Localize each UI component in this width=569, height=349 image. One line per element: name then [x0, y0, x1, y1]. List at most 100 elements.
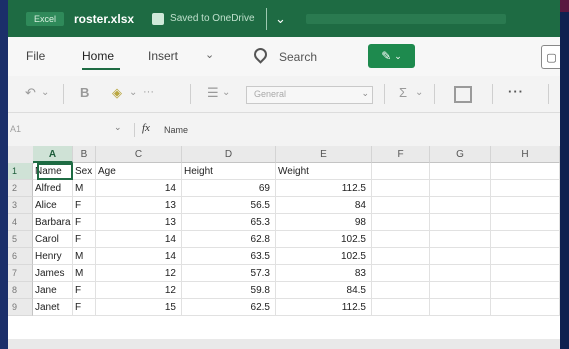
table-cell[interactable]: Janet — [33, 299, 73, 316]
table-cell[interactable]: 14 — [96, 248, 182, 265]
table-cell[interactable]: 56.5 — [182, 197, 276, 214]
more-font-options-icon[interactable]: ··· — [143, 86, 154, 98]
title-search-box[interactable] — [305, 13, 506, 24]
empty-cell[interactable] — [430, 197, 491, 214]
table-cell[interactable]: James — [33, 265, 73, 282]
row-header[interactable]: 2 — [8, 180, 33, 197]
table-cell[interactable]: Henry — [33, 248, 73, 265]
chevron-down-icon[interactable]: ⌄ — [275, 11, 286, 27]
column-header-f[interactable]: F — [372, 146, 430, 163]
table-cell[interactable]: F — [73, 231, 96, 248]
table-cell[interactable]: Jane — [33, 282, 73, 299]
more-tabs-chevron-icon[interactable]: ⌄ — [205, 48, 214, 61]
table-cell[interactable]: M — [73, 248, 96, 265]
number-format-select[interactable]: General ⌄ — [246, 86, 373, 104]
table-cell[interactable]: F — [73, 282, 96, 299]
empty-cell[interactable] — [372, 265, 430, 282]
table-cell[interactable]: 84.5 — [276, 282, 372, 299]
header-cell[interactable]: Sex — [73, 163, 96, 180]
table-cell[interactable]: 83 — [276, 265, 372, 282]
table-cell[interactable]: 98 — [276, 214, 372, 231]
empty-cell[interactable] — [491, 265, 560, 282]
tab-insert[interactable]: Insert — [148, 49, 178, 63]
table-cell[interactable]: 65.3 — [182, 214, 276, 231]
column-header-c[interactable]: C — [96, 146, 182, 163]
empty-cell[interactable] — [430, 248, 491, 265]
header-cell[interactable]: Weight — [276, 163, 372, 180]
column-header-g[interactable]: G — [430, 146, 491, 163]
table-cell[interactable]: 12 — [96, 265, 182, 282]
table-cell[interactable]: 13 — [96, 197, 182, 214]
row-header[interactable]: 5 — [8, 231, 33, 248]
empty-cell[interactable] — [491, 197, 560, 214]
empty-cell[interactable] — [372, 299, 430, 316]
file-name[interactable]: roster.xlsx — [74, 12, 134, 26]
fill-color-icon[interactable]: ◈ — [112, 85, 122, 101]
row-header[interactable]: 4 — [8, 214, 33, 231]
table-cell[interactable]: 84 — [276, 197, 372, 214]
table-cell[interactable]: 12 — [96, 282, 182, 299]
empty-cell[interactable] — [491, 299, 560, 316]
autosum-icon[interactable]: Σ — [399, 85, 407, 100]
table-cell[interactable]: F — [73, 197, 96, 214]
row-header[interactable]: 3 — [8, 197, 33, 214]
empty-cell[interactable] — [430, 214, 491, 231]
tab-home[interactable]: Home — [82, 49, 114, 63]
empty-cell[interactable] — [491, 282, 560, 299]
tell-me-search[interactable]: Search — [279, 50, 317, 64]
table-cell[interactable]: 14 — [96, 180, 182, 197]
table-cell[interactable]: 69 — [182, 180, 276, 197]
comments-button[interactable]: ▢ — [541, 45, 560, 69]
table-cell[interactable]: 15 — [96, 299, 182, 316]
header-cell[interactable]: Height — [182, 163, 276, 180]
autosum-dropdown-icon[interactable]: ⌄ — [415, 87, 423, 98]
insert-function-icon[interactable]: fx — [142, 122, 150, 134]
empty-cell[interactable] — [372, 282, 430, 299]
align-dropdown-icon[interactable]: ⌄ — [222, 87, 230, 98]
table-cell[interactable]: Alice — [33, 197, 73, 214]
empty-cell[interactable] — [372, 163, 430, 180]
empty-cell[interactable] — [430, 282, 491, 299]
empty-cell[interactable] — [372, 197, 430, 214]
column-header-e[interactable]: E — [276, 146, 372, 163]
table-cell[interactable]: 14 — [96, 231, 182, 248]
table-cell[interactable]: 57.3 — [182, 265, 276, 282]
table-cell[interactable]: Carol — [33, 231, 73, 248]
empty-cell[interactable] — [491, 248, 560, 265]
header-cell[interactable]: Age — [96, 163, 182, 180]
row-header[interactable]: 6 — [8, 248, 33, 265]
table-cell[interactable]: M — [73, 265, 96, 282]
empty-cell[interactable] — [491, 180, 560, 197]
empty-cell[interactable] — [491, 214, 560, 231]
table-cell[interactable]: 112.5 — [276, 180, 372, 197]
empty-cell[interactable] — [491, 163, 560, 180]
lightbulb-search-icon[interactable] — [251, 45, 270, 64]
column-header-a[interactable]: A — [33, 146, 73, 163]
bold-button[interactable]: B — [80, 85, 89, 100]
row-header[interactable]: 1 — [8, 163, 33, 180]
table-cell[interactable]: 112.5 — [276, 299, 372, 316]
empty-cell[interactable] — [430, 299, 491, 316]
format-as-table-icon[interactable] — [454, 86, 472, 103]
editing-mode-button[interactable]: ✎ ⌄ — [368, 44, 415, 68]
row-header[interactable]: 8 — [8, 282, 33, 299]
app-badge[interactable]: Excel — [26, 11, 64, 26]
undo-icon[interactable]: ↶ — [25, 85, 36, 101]
align-left-icon[interactable]: ☰ — [207, 85, 219, 101]
table-cell[interactable]: 13 — [96, 214, 182, 231]
select-all-corner[interactable] — [8, 146, 34, 164]
empty-cell[interactable] — [372, 180, 430, 197]
empty-cell[interactable] — [430, 231, 491, 248]
table-cell[interactable]: 62.5 — [182, 299, 276, 316]
empty-cell[interactable] — [372, 231, 430, 248]
column-header-d[interactable]: D — [182, 146, 276, 163]
fill-color-dropdown-icon[interactable]: ⌄ — [129, 87, 137, 98]
table-cell[interactable]: Barbara — [33, 214, 73, 231]
header-cell[interactable]: Name — [33, 163, 73, 180]
table-cell[interactable]: 63.5 — [182, 248, 276, 265]
column-header-h[interactable]: H — [491, 146, 560, 163]
empty-cell[interactable] — [372, 214, 430, 231]
empty-cell[interactable] — [430, 163, 491, 180]
more-options-icon[interactable]: ··· — [508, 84, 524, 99]
empty-cell[interactable] — [430, 265, 491, 282]
